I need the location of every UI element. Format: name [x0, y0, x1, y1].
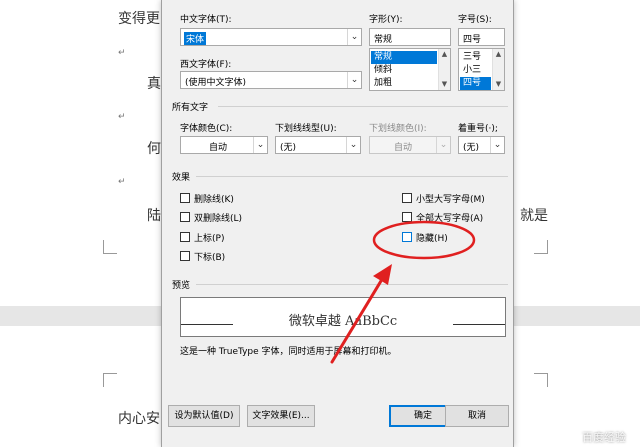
scroll-up-icon[interactable]: ▲	[439, 49, 450, 60]
document-line: 何	[147, 141, 161, 157]
crop-mark	[534, 240, 548, 254]
small-caps-label: 小型大写字母(M)	[416, 195, 485, 205]
font-size-input[interactable]: 四号	[458, 28, 505, 46]
font-style-input[interactable]: 常规	[369, 28, 451, 46]
font-color-value: 自动	[209, 143, 228, 153]
font-size-list[interactable]: 三号 小三 四号 ▲ ▼	[458, 48, 505, 91]
font-style-option[interactable]: 常规	[371, 51, 437, 64]
set-default-button[interactable]: 设为默认值(D)	[168, 405, 240, 427]
checkbox-box[interactable]	[402, 212, 412, 222]
font-style-option[interactable]: 倾斜	[371, 64, 437, 77]
western-font-label: 西文字体(F):	[180, 60, 232, 70]
font-size-scrollbar[interactable]: ▲ ▼	[492, 49, 504, 90]
double-strikethrough-label: 双删除线(L)	[194, 214, 243, 224]
western-font-combo[interactable]: (使用中文字体) ⌄	[180, 71, 362, 89]
emphasis-mark-value: (无)	[463, 143, 480, 153]
crop-mark	[103, 240, 117, 254]
scroll-down-icon[interactable]: ▼	[439, 79, 450, 90]
checkbox-box[interactable]	[180, 232, 190, 242]
text-effects-button[interactable]: 文字效果(E)...	[247, 405, 315, 427]
underline-type-combo[interactable]: (无) ⌄	[275, 136, 361, 154]
checkbox-box[interactable]	[402, 193, 412, 203]
font-style-scrollbar[interactable]: ▲ ▼	[438, 49, 450, 90]
font-style-option[interactable]: 加粗	[371, 77, 437, 90]
document-line: 内心安	[118, 411, 160, 427]
chevron-down-icon[interactable]: ⌄	[253, 137, 267, 153]
all-text-group-title: 所有文字	[172, 103, 209, 113]
checkbox-box[interactable]	[180, 212, 190, 222]
group-divider	[218, 106, 508, 107]
font-size-option[interactable]: 小三	[460, 64, 491, 77]
checkbox-box[interactable]	[180, 193, 190, 203]
hidden-label: 隐藏(H)	[416, 234, 448, 244]
chinese-font-value: 宋体	[184, 32, 207, 45]
emphasis-mark-label: 着重号(·);	[458, 124, 498, 134]
font-style-list[interactable]: 常规 倾斜 加粗 ▲ ▼	[369, 48, 451, 91]
paragraph-mark-icon: ↵	[118, 177, 126, 187]
scroll-down-icon[interactable]: ▼	[493, 79, 504, 90]
paragraph-mark-icon: ↵	[118, 112, 126, 122]
group-divider	[196, 176, 508, 177]
underline-color-combo: 自动 ⌄	[369, 136, 451, 154]
all-caps-label: 全部大写字母(A)	[416, 214, 484, 224]
checkbox-box[interactable]	[180, 251, 190, 261]
underline-type-label: 下划线线型(U):	[275, 124, 337, 134]
document-line: 变得更	[118, 11, 160, 27]
strikethrough-label: 删除线(K)	[194, 195, 234, 205]
document-line: 真	[147, 76, 161, 92]
chinese-font-combo[interactable]: 宋体 ⌄	[180, 28, 362, 46]
crop-mark	[534, 373, 548, 387]
font-size-label: 字号(S):	[458, 15, 492, 25]
superscript-label: 上标(P)	[194, 234, 225, 244]
font-style-value: 常规	[374, 35, 393, 45]
western-font-value: (使用中文字体)	[185, 78, 247, 88]
checkbox-box[interactable]	[402, 232, 412, 242]
font-size-option[interactable]: 三号	[460, 51, 491, 64]
cancel-button[interactable]: 取消	[445, 405, 509, 427]
chinese-font-label: 中文字体(T):	[180, 15, 232, 25]
font-color-combo[interactable]: 自动 ⌄	[180, 136, 268, 154]
underline-type-value: (无)	[280, 143, 297, 153]
chevron-down-icon[interactable]: ⌄	[347, 29, 361, 45]
group-divider	[196, 284, 508, 285]
scroll-up-icon[interactable]: ▲	[493, 49, 504, 60]
effects-group-title: 效果	[172, 173, 191, 183]
font-style-label: 字形(Y):	[369, 15, 403, 25]
preview-group-title: 预览	[172, 281, 191, 291]
chevron-down-icon[interactable]: ⌄	[347, 72, 361, 88]
crop-mark	[103, 373, 117, 387]
font-color-label: 字体颜色(C):	[180, 124, 233, 134]
preview-note: 这是一种 TrueType 字体，同时适用于屏幕和打印机。	[180, 347, 397, 357]
chevron-down-icon: ⌄	[436, 137, 450, 153]
font-size-value: 四号	[463, 35, 482, 45]
emphasis-mark-combo[interactable]: (无) ⌄	[458, 136, 505, 154]
document-line: 陆	[147, 208, 161, 224]
preview-box: 微软卓越 AaBbCc	[180, 297, 506, 337]
font-dialog: 中文字体(T): 宋体 ⌄ 字形(Y): 常规 常规 倾斜 加粗 ▲ ▼ 字号(…	[161, 0, 514, 447]
chevron-down-icon[interactable]: ⌄	[490, 137, 504, 153]
watermark: 百度经验	[582, 431, 626, 444]
subscript-label: 下标(B)	[194, 253, 226, 263]
underline-color-value: 自动	[394, 143, 413, 153]
underline-color-label: 下划线颜色(I):	[369, 124, 427, 134]
paragraph-mark-icon: ↵	[118, 48, 126, 58]
font-size-option[interactable]: 四号	[460, 77, 491, 90]
document-line: 就是	[520, 208, 548, 224]
preview-sample-text: 微软卓越 AaBbCc	[288, 314, 398, 329]
chevron-down-icon[interactable]: ⌄	[346, 137, 360, 153]
